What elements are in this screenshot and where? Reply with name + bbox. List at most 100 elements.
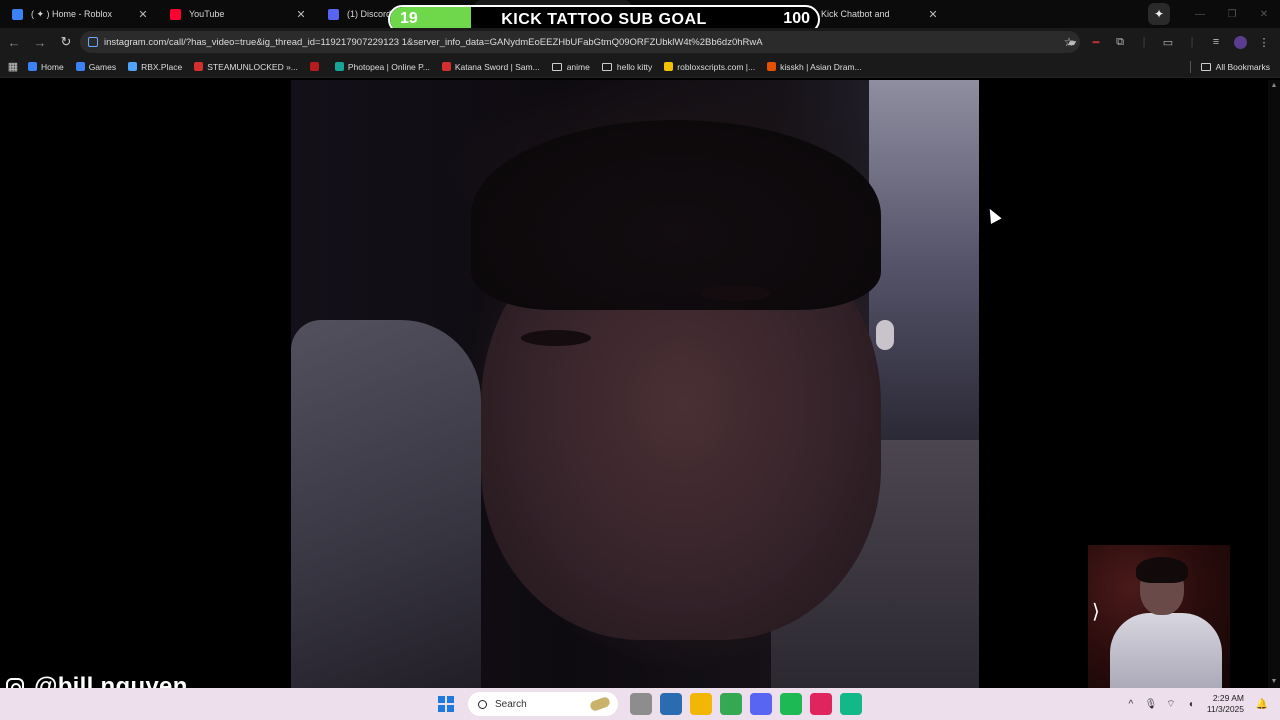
bookmark-8[interactable]: hello kitty bbox=[601, 61, 653, 72]
cast-icon[interactable]: ▭ bbox=[1156, 31, 1180, 53]
streamer-webcam: ⟩ bbox=[1088, 545, 1230, 688]
address-bar[interactable]: instagram.com/call/?has_video=true&ig_th… bbox=[80, 31, 1080, 53]
bookmark-6[interactable]: Katana Sword | Sam... bbox=[441, 61, 540, 72]
close-window-icon[interactable]: ✕ bbox=[1248, 0, 1280, 28]
bookmark-3[interactable]: STEAMUNLOCKED »... bbox=[194, 62, 298, 72]
forward-icon[interactable]: → bbox=[28, 30, 52, 54]
bookmark-label: Games bbox=[88, 61, 117, 72]
tab-favicon-icon bbox=[328, 8, 339, 20]
tab-close-icon[interactable]: ✕ bbox=[136, 8, 150, 21]
browser-toolbar: ← → ↻ instagram.com/call/?has_video=true… bbox=[0, 28, 1280, 56]
search-highlight-icon bbox=[588, 695, 612, 713]
reload-icon[interactable]: ↻ bbox=[54, 30, 78, 54]
goal-target: 100 bbox=[783, 10, 810, 27]
diamond-icon bbox=[128, 62, 138, 71]
bookmark-list: Home Games RBX.Place STEAMUNLOCKED »... Phot… bbox=[28, 62, 874, 72]
clock[interactable]: 2:29 AM 11/3/2025 bbox=[1207, 693, 1244, 715]
toolbar-actions: ▰ ━ ⧉ | ▭ | ≡ ⋮ bbox=[1060, 31, 1276, 53]
app-icon[interactable] bbox=[840, 693, 862, 715]
bookmark-7[interactable]: anime bbox=[551, 62, 590, 72]
spotify-icon[interactable] bbox=[780, 693, 802, 715]
volume-icon[interactable]: ◖ bbox=[1181, 699, 1201, 710]
bookmark-5[interactable]: Photopea | Online P... bbox=[334, 61, 430, 72]
goal-label: KICK TATTOO SUB GOAL bbox=[501, 11, 707, 28]
bookmark-4[interactable] bbox=[309, 62, 323, 71]
bookmark-label: Home bbox=[41, 61, 64, 72]
maximize-icon[interactable]: ❐ bbox=[1216, 0, 1248, 28]
folder-icon bbox=[551, 62, 562, 71]
url-text[interactable]: instagram.com/call/?has_video=true&ig_th… bbox=[104, 37, 1058, 48]
bookmark-0[interactable]: Home bbox=[28, 62, 64, 72]
windows-start-icon[interactable] bbox=[438, 696, 454, 712]
tab-favicon-icon bbox=[170, 8, 181, 20]
roblox-icon bbox=[75, 62, 85, 71]
hair-shape bbox=[471, 120, 881, 310]
camera-site-icon[interactable] bbox=[88, 37, 98, 47]
bookmark-10[interactable]: kisskh | Asian Dram... bbox=[767, 62, 862, 72]
tab-0[interactable]: ( ✦ ) Home - Roblox ✕ bbox=[0, 0, 158, 28]
folder-icon bbox=[601, 62, 612, 71]
sparkle-icon[interactable]: ✦ bbox=[1148, 3, 1170, 25]
script-icon bbox=[664, 62, 674, 71]
tab-search-icon[interactable]: ≡ bbox=[1204, 31, 1228, 53]
mic-app-icon[interactable] bbox=[630, 693, 652, 715]
extension-icon[interactable]: ▰ bbox=[1060, 31, 1084, 53]
divider: | bbox=[1190, 36, 1194, 48]
scroll-up-icon[interactable]: ▲ bbox=[1268, 80, 1280, 92]
scrollbar[interactable]: ▲ ▼ bbox=[1268, 80, 1280, 688]
webcam-person-body bbox=[1110, 613, 1222, 688]
kisskh-icon bbox=[767, 62, 777, 71]
discord-icon[interactable] bbox=[750, 693, 772, 715]
apps-grid-icon[interactable]: ▦ bbox=[0, 60, 26, 73]
window-controls: ✦ — ❐ ✕ bbox=[1148, 0, 1280, 28]
all-bookmarks-label[interactable]: All Bookmarks bbox=[1216, 62, 1270, 72]
search-icon bbox=[478, 699, 487, 709]
minimize-icon[interactable]: — bbox=[1184, 0, 1216, 28]
bookmark-label: hello kitty bbox=[616, 61, 653, 72]
bookmark-label: kisskh | Asian Dram... bbox=[780, 61, 862, 72]
chevron-up-icon[interactable]: ^ bbox=[1121, 699, 1141, 710]
tab-close-icon[interactable]: ✕ bbox=[294, 8, 308, 21]
store-icon[interactable] bbox=[660, 693, 682, 715]
microphone-icon[interactable]: 🎙 bbox=[1141, 699, 1161, 710]
tab-title: YouTube bbox=[189, 9, 225, 19]
opera-gx-icon[interactable] bbox=[810, 693, 832, 715]
all-bookmarks[interactable]: All Bookmarks bbox=[1189, 56, 1270, 78]
bookmark-label: Photopea | Online P... bbox=[347, 61, 430, 72]
puzzle-icon[interactable]: ⧉ bbox=[1108, 31, 1132, 53]
wifi-icon[interactable]: ⌔ bbox=[1161, 698, 1181, 711]
bookmark-label: Katana Sword | Sam... bbox=[454, 61, 540, 72]
tab-title: Kick Chatbot and bbox=[821, 9, 890, 19]
red-extension-icon[interactable]: ━ bbox=[1084, 31, 1108, 53]
taskbar-center: Search bbox=[438, 688, 866, 720]
kebab-menu-icon[interactable]: ⋮ bbox=[1252, 31, 1276, 53]
tab-favicon-icon bbox=[12, 8, 23, 20]
bookmark-1[interactable]: Games bbox=[75, 61, 117, 72]
right-eye-shape bbox=[701, 285, 771, 301]
scroll-down-icon[interactable]: ▼ bbox=[1268, 676, 1280, 688]
file-explorer-icon[interactable] bbox=[690, 693, 712, 715]
chevron-right-icon[interactable]: ⟩ bbox=[1092, 599, 1100, 624]
roblox-icon bbox=[28, 62, 37, 71]
profile-avatar[interactable] bbox=[1228, 31, 1252, 53]
back-icon[interactable]: ← bbox=[2, 30, 26, 54]
tab-close-icon[interactable]: ✕ bbox=[926, 8, 940, 21]
earbud-shape bbox=[876, 320, 894, 350]
webcam-person-hair bbox=[1136, 557, 1188, 583]
screen: ( ✦ ) Home - Roblox ✕ YouTube ✕ (1) Discord … bbox=[0, 0, 1280, 720]
notification-bell-icon[interactable]: 🔔 bbox=[1252, 699, 1272, 710]
bookmark-9[interactable]: robloxscripts.com |... bbox=[664, 62, 755, 72]
bookmark-label: RBX.Place bbox=[141, 61, 183, 72]
clock-time: 2:29 AM bbox=[1212, 693, 1244, 703]
taskbar: Search ^ 🎙 ⌔ ◖ 2:29 AM 11/3/2025 🔔 bbox=[0, 688, 1280, 720]
video-call-area bbox=[0, 80, 1268, 688]
bookmark-2[interactable]: RBX.Place bbox=[128, 62, 182, 72]
chrome-icon[interactable] bbox=[720, 693, 742, 715]
search-placeholder: Search bbox=[495, 698, 527, 710]
tab-1[interactable]: YouTube ✕ bbox=[158, 0, 316, 28]
remote-video-feed bbox=[291, 80, 979, 688]
taskbar-search[interactable]: Search bbox=[468, 692, 618, 716]
bookmark-label: STEAMUNLOCKED »... bbox=[207, 61, 298, 72]
divider: | bbox=[1142, 36, 1146, 48]
photopea-icon bbox=[334, 62, 344, 71]
